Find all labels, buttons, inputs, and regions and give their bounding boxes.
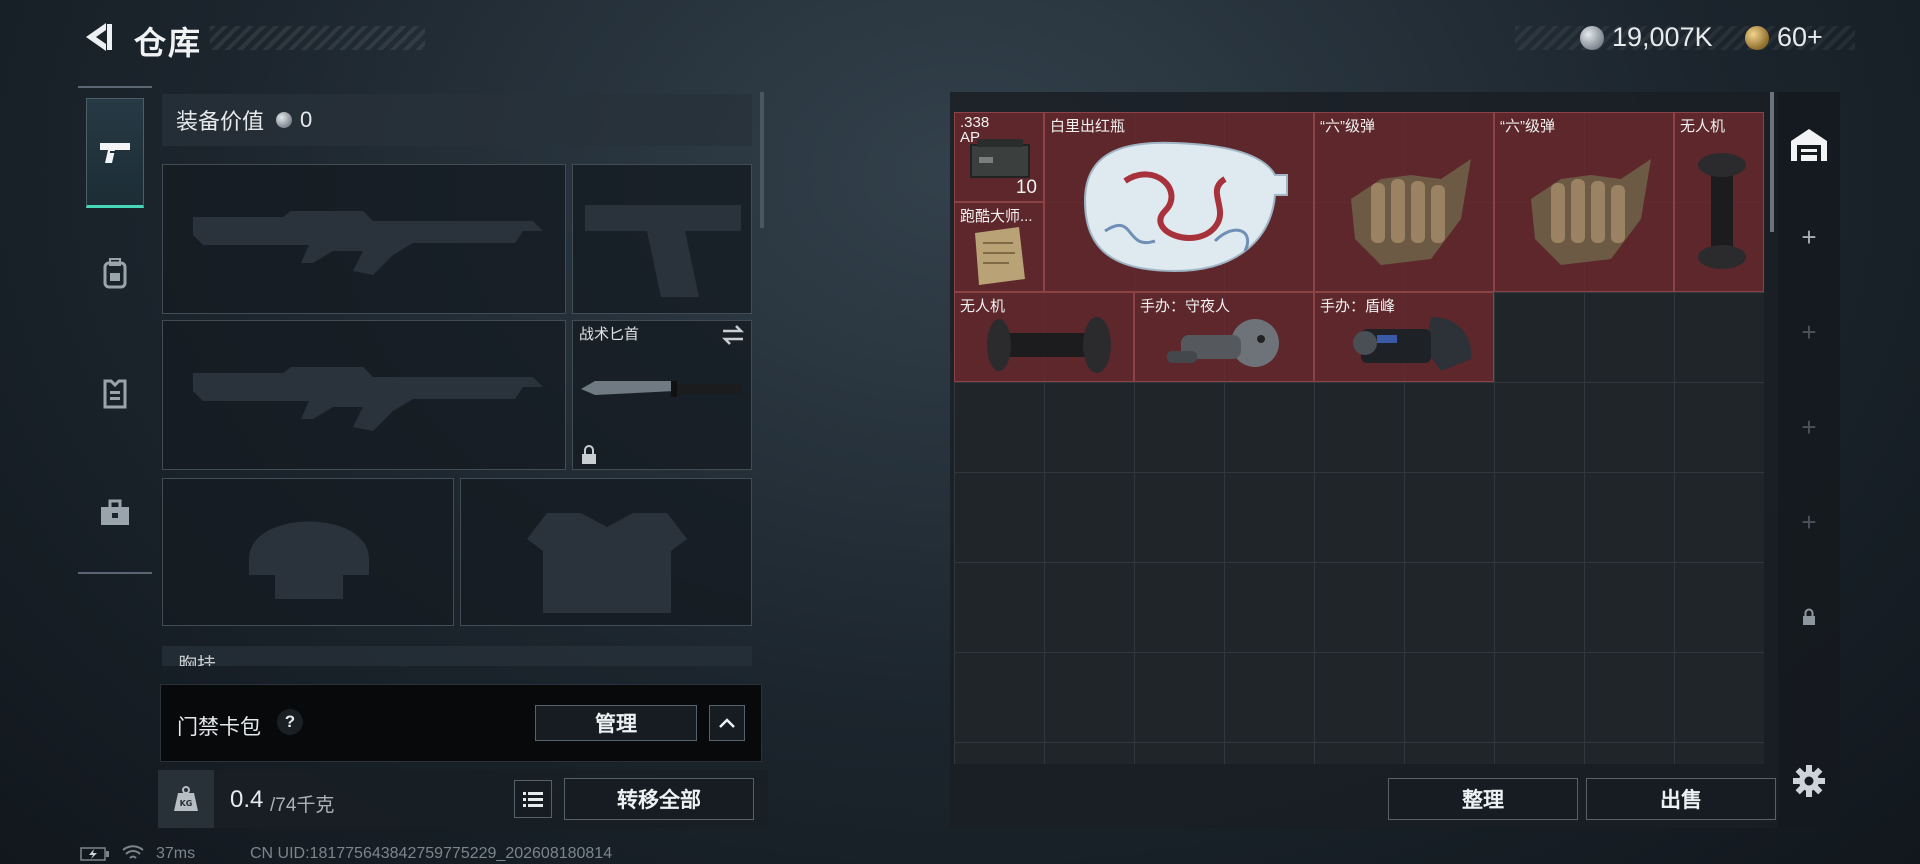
tab-backpack[interactable] xyxy=(86,218,144,328)
silver-coin-icon xyxy=(1580,25,1604,50)
capacity-bar: KG 0.4 /74千克 转移全部 xyxy=(158,770,768,828)
chevron-up-icon xyxy=(719,718,735,728)
melee-slot-label: 战术匕首 xyxy=(579,326,640,343)
sell-button[interactable]: 出售 xyxy=(1586,778,1776,820)
uid-text: CN UID:181775643842759775229_20260818081… xyxy=(250,845,613,862)
item-drone[interactable]: 无人机 xyxy=(1674,112,1764,292)
capacity-current: 0.4 xyxy=(230,786,264,813)
category-tabs xyxy=(78,86,152,574)
silver-coin-icon xyxy=(276,112,293,128)
add-stash-tab-button[interactable]: + xyxy=(1778,477,1840,567)
item-figurine-night-watcher[interactable]: 手办：守夜人 xyxy=(1134,292,1314,382)
manage-keycard-button[interactable]: 管理 xyxy=(535,705,697,741)
item-ammo-338ap[interactable]: .338 AP 10 xyxy=(954,112,1044,202)
page-title: 仓库 xyxy=(134,25,203,61)
weight-badge: KG xyxy=(158,770,214,828)
body-armor-slot[interactable] xyxy=(460,478,752,626)
drone-icon xyxy=(987,317,1111,373)
chest-rig-label: 胸挂 xyxy=(178,655,217,666)
figurine-icon xyxy=(1167,319,1279,367)
pistol-silhouette-icon xyxy=(585,205,741,297)
tab-weapons[interactable] xyxy=(86,98,144,208)
wifi-icon xyxy=(122,845,144,859)
gold-coin-icon xyxy=(1745,25,1769,50)
bullet-bundle-icon xyxy=(1531,159,1651,265)
secondary-weapon-slot[interactable] xyxy=(162,320,566,470)
list-view-button[interactable] xyxy=(514,780,552,818)
item-label: “六”级弹 xyxy=(1500,118,1555,135)
melee-slot[interactable]: 战术匕首 xyxy=(572,320,752,470)
item-drone[interactable]: 无人机 xyxy=(954,292,1134,382)
battery-charging-icon xyxy=(80,847,109,861)
item-parkour-master-document[interactable]: 跑酷大师... xyxy=(954,202,1044,292)
keycard-label: 门禁卡包 xyxy=(177,716,261,739)
stash-home-tab[interactable] xyxy=(1778,100,1840,190)
add-stash-tab-button[interactable]: + xyxy=(1778,382,1840,472)
backpack-icon xyxy=(103,258,127,289)
list-icon xyxy=(523,792,543,807)
gold-amount: 60+ xyxy=(1777,22,1823,52)
back-arrow-icon[interactable] xyxy=(80,20,114,54)
settings-button[interactable] xyxy=(1778,736,1840,826)
loadout-scrollbar[interactable] xyxy=(760,92,764,228)
helmet-slot[interactable] xyxy=(162,478,454,626)
rifle-silhouette-icon xyxy=(193,367,543,431)
stash-grid[interactable]: .338 AP 10 白里出红瓶 “六”级弹 “六”级弹 无人机 跑酷大师...… xyxy=(954,112,1764,764)
item-label: “六”级弹 xyxy=(1320,118,1375,135)
toolbox-icon xyxy=(101,499,129,525)
gold-currency[interactable]: 60+ xyxy=(1745,22,1823,53)
sort-button[interactable]: 整理 xyxy=(1388,778,1578,820)
tab-vest[interactable] xyxy=(86,338,144,448)
ping-text: 37ms xyxy=(156,845,196,862)
item-count: 10 xyxy=(1015,177,1037,198)
transfer-all-button[interactable]: 转移全部 xyxy=(564,778,754,820)
lock-icon xyxy=(1803,608,1815,625)
locked-stash-tab xyxy=(1778,572,1840,662)
swap-icon[interactable] xyxy=(721,325,745,345)
stash-tabs: + + + + xyxy=(1778,92,1840,828)
stash-scrollbar[interactable] xyxy=(1770,92,1774,232)
equipment-value: 0 xyxy=(300,107,313,132)
item-figurine-shield-peak[interactable]: 手办：盾峰 xyxy=(1314,292,1494,382)
add-stash-tab-button[interactable]: + xyxy=(1778,192,1840,282)
porcelain-vase-icon xyxy=(1083,141,1288,273)
ammo-box-icon xyxy=(970,139,1030,178)
item-label: 无人机 xyxy=(1680,118,1726,135)
item-level6-ammo[interactable]: “六”级弹 xyxy=(1494,112,1674,292)
help-icon[interactable]: ? xyxy=(277,709,303,735)
bullet-bundle-icon xyxy=(1351,159,1471,265)
warehouse-icon xyxy=(1791,129,1827,161)
pistol-icon xyxy=(100,143,130,163)
add-stash-tab-button[interactable]: + xyxy=(1778,287,1840,377)
silver-currency[interactable]: 19,007K xyxy=(1580,22,1713,53)
vest-icon xyxy=(103,379,127,409)
capacity-max: /74千克 xyxy=(270,795,335,816)
silver-amount: 19,007K xyxy=(1612,22,1713,52)
armor-silhouette-icon xyxy=(527,513,687,613)
sidearm-slot[interactable] xyxy=(572,164,752,314)
knife-icon xyxy=(581,381,741,397)
collapse-button[interactable] xyxy=(709,705,745,741)
lock-icon xyxy=(582,445,596,464)
paper-document-icon xyxy=(975,227,1025,285)
keycard-wallet-bar: 门禁卡包 ? 管理 xyxy=(160,684,762,762)
equipment-value-label: 装备价值 xyxy=(176,109,265,134)
figurine-icon xyxy=(1353,317,1472,371)
rifle-silhouette-icon xyxy=(193,211,543,275)
title-decoration xyxy=(210,26,425,50)
helmet-silhouette-icon xyxy=(249,521,369,599)
gear-icon xyxy=(1793,765,1825,797)
kg-weight-icon: KG xyxy=(174,786,198,811)
drone-icon xyxy=(1698,153,1746,269)
primary-weapon-slot[interactable] xyxy=(162,164,566,314)
chest-rig-slot[interactable]: 胸挂 xyxy=(162,646,752,666)
tab-toolbox[interactable] xyxy=(86,458,144,568)
item-level6-ammo[interactable]: “六”级弹 xyxy=(1314,112,1494,292)
svg-text:KG: KG xyxy=(180,799,193,808)
equipment-value-bar: 装备价值 0 xyxy=(162,94,752,146)
item-red-white-vase[interactable]: 白里出红瓶 xyxy=(1044,112,1314,292)
